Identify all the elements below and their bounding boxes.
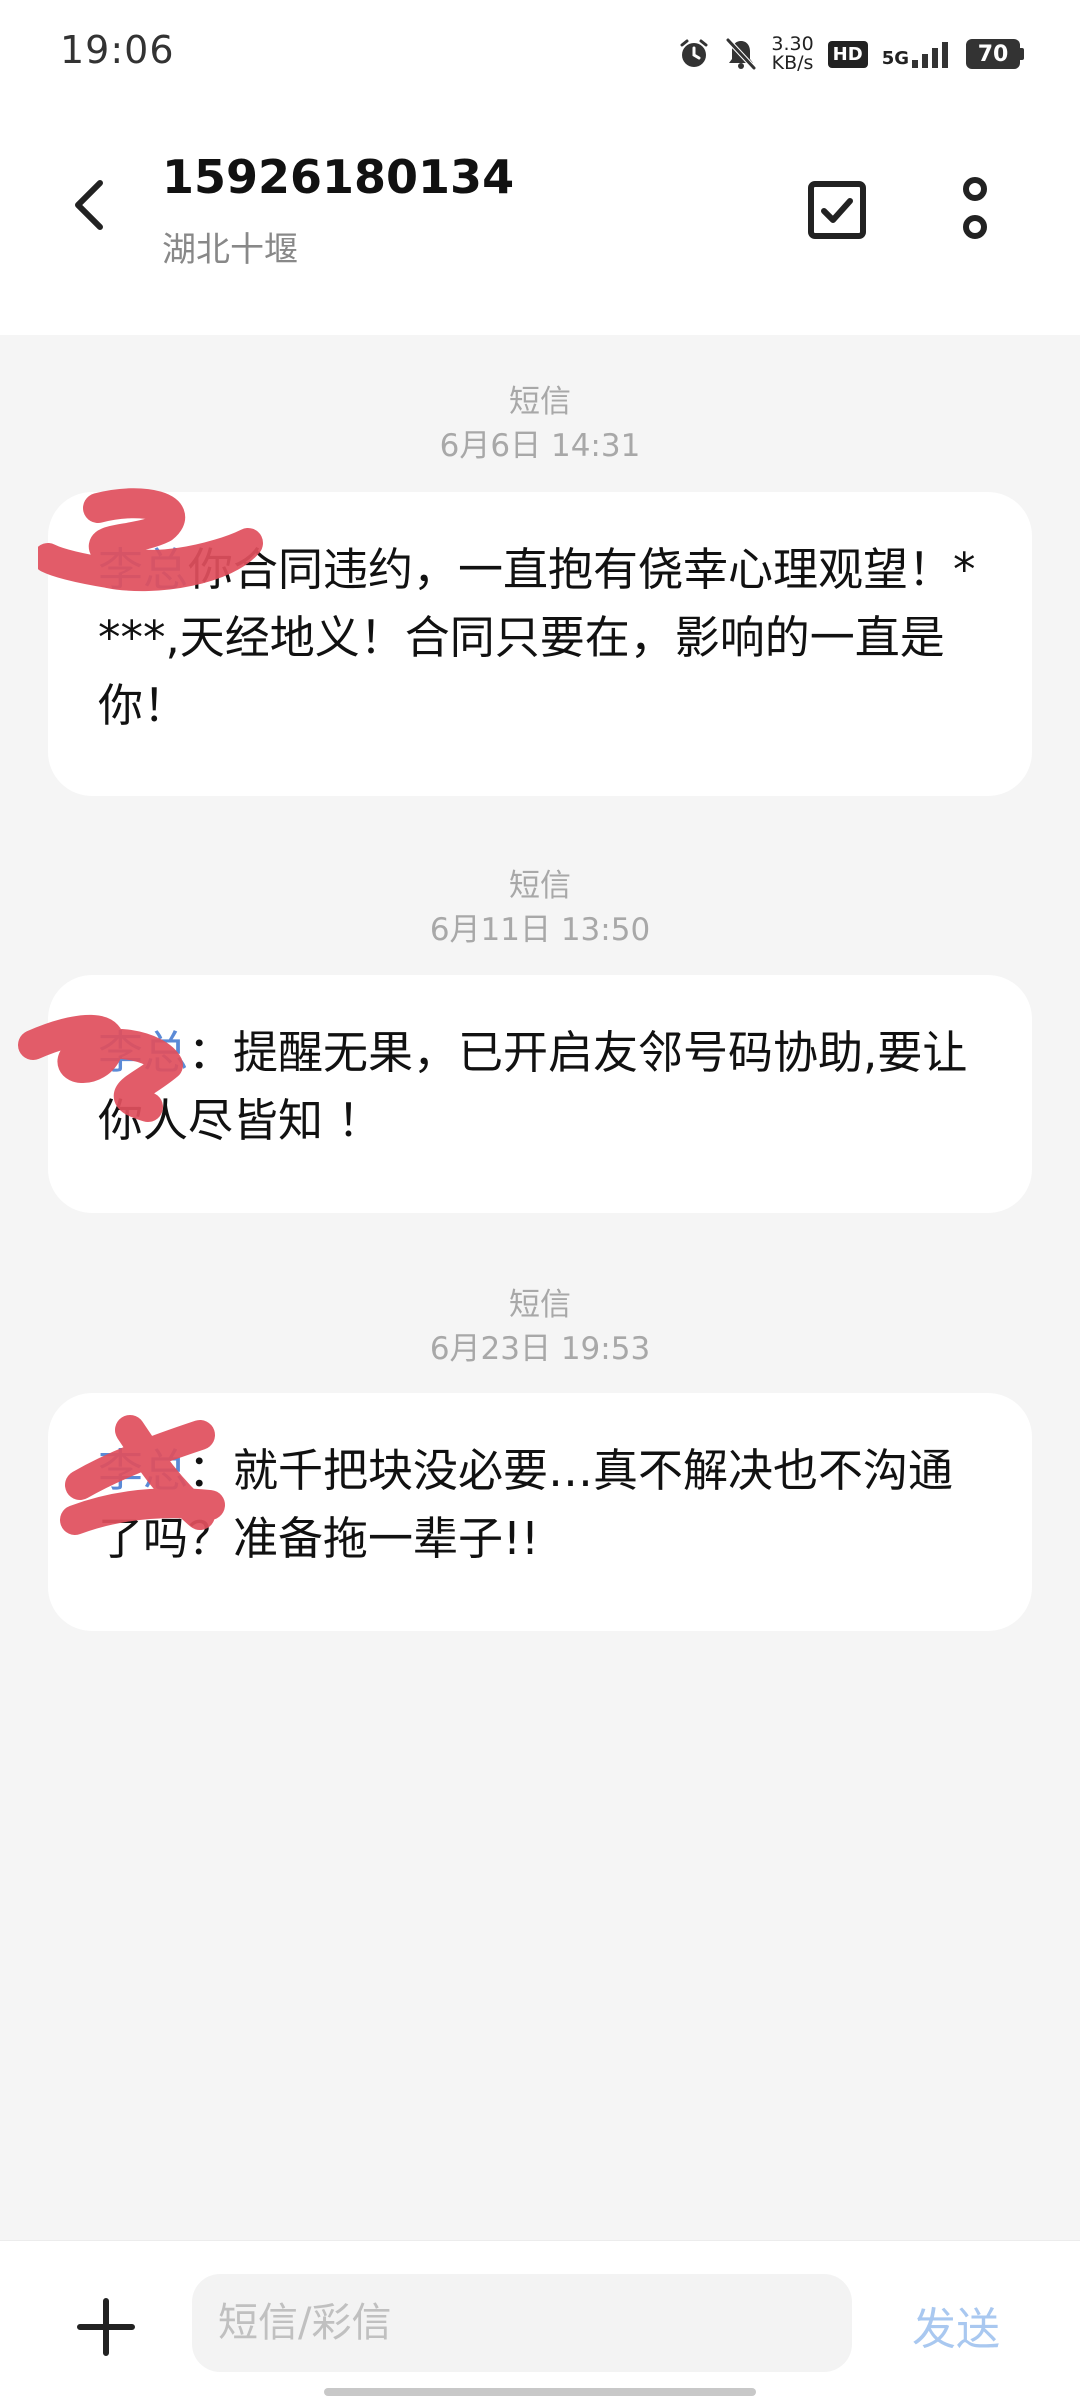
message-timestamp: 6月11日 13:50 (429, 912, 651, 948)
sender-name: 李总 (98, 543, 189, 596)
message-type-label: 短信 (509, 384, 571, 420)
message-bubble[interactable]: 李总：就千把块没必要…真不解决也不沟通了吗？准备拖一辈子!! (48, 1393, 1032, 1631)
checkbox-icon (808, 181, 866, 239)
status-time: 19:06 (60, 28, 175, 72)
chevron-left-icon (75, 180, 103, 230)
message-body: ：就千把块没必要…真不解决也不沟通了吗？准备拖一辈子!! (98, 1444, 954, 1565)
message-type-label: 短信 (509, 868, 571, 904)
plus-icon (77, 2298, 135, 2356)
message-body: 你合同违约，一直抱有侥幸心理观望！****,天经地义！合同只要在，影响的一直是你… (98, 543, 976, 732)
message-type-label: 短信 (509, 1287, 571, 1323)
composer-bar: 发送 (0, 2240, 1080, 2400)
alarm-icon (677, 37, 711, 71)
message-thread-screen: 19:06 3.30 KB/s HD 5G 70 15926180134 湖北十… (0, 0, 1080, 2400)
message-bubble[interactable]: 李总：提醒无果，已开启友邻号码协助,要让你人尽皆知 ！ (48, 975, 1032, 1213)
message-timestamp: 6月23日 19:53 (429, 1331, 651, 1367)
signal-icon: 5G (882, 40, 952, 68)
contact-location: 湖北十堰 (162, 230, 298, 270)
battery-icon: 70 (966, 39, 1024, 69)
status-icons: 3.30 KB/s HD 5G 70 (677, 30, 1024, 78)
message-text: 李总：就千把块没必要…真不解决也不沟通了吗？准备拖一辈子!! (98, 1437, 982, 1573)
back-button[interactable] (60, 170, 116, 240)
select-messages-button[interactable] (805, 178, 869, 242)
more-options-button[interactable] (950, 175, 1000, 245)
network-speed: 3.30 KB/s (771, 33, 814, 74)
message-input[interactable] (192, 2274, 852, 2372)
add-attachment-button[interactable] (76, 2297, 136, 2357)
message-bubble[interactable]: 李总你合同违约，一直抱有侥幸心理观望！****,天经地义！合同只要在，影响的一直… (48, 492, 1032, 796)
hd-badge: HD (827, 40, 868, 68)
contact-number: 15926180134 (162, 150, 515, 204)
message-meta: 短信 6月11日 13:50 (0, 864, 1080, 952)
message-timestamp: 6月6日 14:31 (439, 428, 641, 464)
bell-off-icon (725, 37, 757, 71)
message-meta: 短信 6月6日 14:31 (0, 380, 1080, 468)
send-button[interactable]: 发送 (912, 2293, 1000, 2357)
sender-name: 李总 (98, 1026, 189, 1079)
sender-name: 李总 (98, 1444, 189, 1497)
message-text: 李总你合同违约，一直抱有侥幸心理观望！****,天经地义！合同只要在，影响的一直… (98, 536, 982, 740)
home-indicator[interactable] (324, 2388, 756, 2396)
message-meta: 短信 6月23日 19:53 (0, 1283, 1080, 1371)
more-vertical-icon (963, 177, 987, 239)
header-area: 19:06 3.30 KB/s HD 5G 70 15926180134 湖北十… (0, 0, 1080, 335)
message-text: 李总：提醒无果，已开启友邻号码协助,要让你人尽皆知 ！ (98, 1019, 982, 1155)
message-body: ：提醒无果，已开启友邻号码协助,要让你人尽皆知 ！ (98, 1026, 968, 1147)
